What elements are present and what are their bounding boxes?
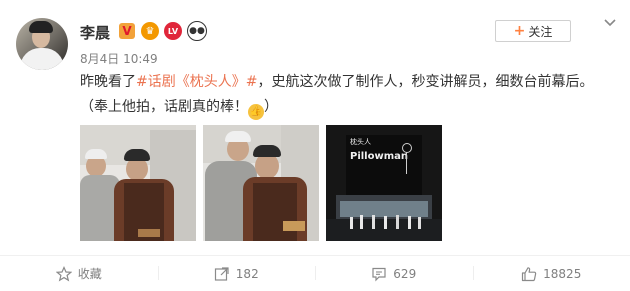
- post-photo-1[interactable]: [80, 125, 196, 241]
- weibo-post-card: 李晨 V ♛ LV ●● 8月4日 10:49 + 关注 昨晚看了#话剧《枕头人…: [0, 0, 630, 291]
- post-text: 昨晚看了#话剧《枕头人》#，史航这次做了制作人，秒变讲解员，细数台前幕后。（奉上…: [80, 70, 610, 120]
- plus-icon: +: [513, 23, 526, 39]
- chevron-down-icon[interactable]: [603, 16, 617, 30]
- follow-label: 关注: [528, 24, 553, 39]
- favorite-button[interactable]: 收藏: [0, 256, 158, 291]
- repost-count: 182: [235, 266, 259, 281]
- hashtag-link[interactable]: #话剧《枕头人》#: [136, 74, 257, 90]
- stage-subtitle: Pillowman: [350, 151, 409, 162]
- thumbs-up-icon: 👍: [248, 104, 264, 120]
- repost-button[interactable]: 182: [157, 256, 316, 291]
- verified-icon[interactable]: V: [118, 22, 136, 40]
- avatar-body-shape: [20, 48, 64, 70]
- like-count: 18825: [543, 266, 582, 281]
- comment-button[interactable]: 629: [315, 256, 473, 291]
- level-icon[interactable]: LV: [164, 22, 182, 40]
- comment-count: 629: [393, 266, 417, 281]
- post-text-part1: 昨晚看了: [80, 74, 136, 90]
- avatar-hair-shape: [29, 21, 53, 33]
- author-avatar[interactable]: [16, 18, 68, 70]
- post-photo-3-stage[interactable]: 枕头人 Pillowman: [326, 125, 442, 241]
- post-photo-2[interactable]: [203, 125, 319, 241]
- stage-title: 枕头人: [350, 138, 371, 146]
- author-badges: V ♛ LV ●●: [118, 21, 207, 41]
- follow-button[interactable]: + 关注: [495, 20, 571, 42]
- comment-icon: [372, 267, 386, 281]
- favorite-label: 收藏: [77, 267, 102, 281]
- post-timestamp[interactable]: 8月4日 10:49: [80, 50, 158, 67]
- post-text-end: ）: [264, 99, 278, 115]
- member-crown-icon[interactable]: ♛: [141, 22, 159, 40]
- panda-icon[interactable]: ●●: [187, 21, 207, 41]
- action-bar: 收藏 182 629 18825: [0, 256, 630, 291]
- like-button[interactable]: 18825: [472, 256, 630, 291]
- thumbs-up-like-icon: [522, 266, 537, 281]
- repost-icon: [214, 266, 229, 281]
- star-icon: [55, 265, 72, 281]
- author-name[interactable]: 李晨: [80, 22, 110, 43]
